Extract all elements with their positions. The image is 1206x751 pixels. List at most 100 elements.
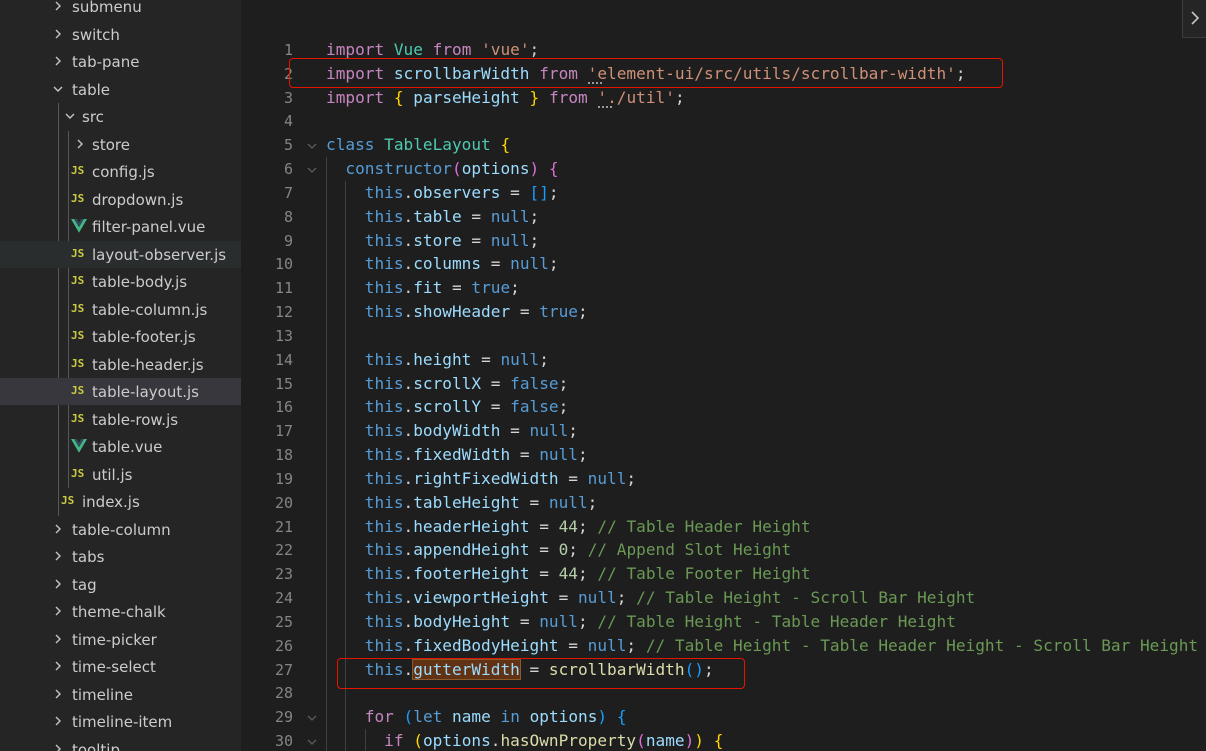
- chevron-right-icon: [53, 524, 63, 534]
- code-text: this.fit = true;: [364, 278, 520, 298]
- tree-item-label: submenu: [72, 0, 142, 16]
- js-file-icon: JS: [71, 164, 85, 177]
- tree-item-label: index.js: [82, 493, 140, 511]
- code-line[interactable]: 4: [241, 109, 1206, 133]
- tree-item-label: table-row.js: [92, 410, 179, 429]
- code-text: this.columns = null;: [364, 254, 559, 274]
- js-file-icon: JS: [71, 466, 85, 480]
- code-line[interactable]: 23 this.footerHeight = 44; // Table Foot…: [241, 562, 1206, 586]
- code-line[interactable]: 22 this.appendHeight = 0; // Append Slot…: [241, 538, 1206, 562]
- tree-folder-submenu[interactable]: submenu: [0, 0, 241, 20]
- code-line[interactable]: 15 this.scrollX = false;: [241, 372, 1206, 396]
- tree-file-table-layout-js[interactable]: JS table-layout.js: [0, 378, 241, 405]
- tree-file-filter-panel-vue[interactable]: filter-panel.vue: [0, 213, 241, 240]
- tree-file-table-row-js[interactable]: JS table-row.js: [0, 406, 241, 433]
- tree-folder-timeline[interactable]: timeline: [0, 681, 241, 708]
- js-file-icon: JS: [71, 356, 85, 370]
- tree-item-label: tab-pane: [72, 53, 140, 71]
- tree-folder-tabs[interactable]: tabs: [0, 543, 241, 570]
- chevron-down-icon: [65, 111, 75, 121]
- code-line[interactable]: 5 class TableLayout {: [241, 133, 1206, 157]
- line-number: 24: [274, 589, 293, 608]
- line-number: 26: [274, 636, 293, 655]
- tree-item-label: table-body.js: [92, 273, 188, 291]
- code-line[interactable]: 11 this.fit = true;: [241, 276, 1206, 300]
- tree-file-dropdown-js[interactable]: JS dropdown.js: [0, 186, 241, 213]
- tree-folder-theme-chalk[interactable]: theme-chalk: [0, 598, 241, 625]
- code-line[interactable]: 20 this.tableHeight = null;: [241, 491, 1206, 515]
- code-line[interactable]: 29 for (let name in options) {: [241, 705, 1206, 729]
- tree-file-table-footer-js[interactable]: JS table-footer.js: [0, 323, 241, 350]
- code-line[interactable]: 26 this.fixedBodyHeight = null; // Table…: [241, 634, 1206, 658]
- code-line[interactable]: 7 this.observers = [];: [241, 181, 1206, 205]
- tree-item-label: config.js: [92, 163, 155, 181]
- code-line[interactable]: 12 this.showHeader = true;: [241, 300, 1206, 324]
- expand-panel-button[interactable]: [1182, 0, 1206, 38]
- tree-folder-time-picker[interactable]: time-picker: [0, 626, 241, 653]
- code-line[interactable]: 25 this.bodyHeight = null; // Table Heig…: [241, 610, 1206, 634]
- fold-chevron-icon[interactable]: [307, 713, 317, 723]
- annotation-box-import: [289, 58, 1003, 88]
- line-number: 1: [283, 41, 293, 59]
- code-line[interactable]: 30 if (options.hasOwnProperty(name)) {: [241, 729, 1206, 751]
- code-line[interactable]: 19 this.rightFixedWidth = null;: [241, 467, 1206, 491]
- code-line[interactable]: 24 this.viewportHeight = null; // Table …: [241, 586, 1206, 610]
- tree-folder-tag[interactable]: tag: [0, 571, 241, 598]
- tree-file-table-header-js[interactable]: JS table-header.js: [0, 351, 241, 378]
- tree-folder-store[interactable]: store: [0, 131, 241, 158]
- tree-folder-table-column[interactable]: table-column: [0, 516, 241, 543]
- code-text: this.rightFixedWidth = null;: [364, 468, 637, 488]
- code-text: this.bodyWidth = null;: [364, 421, 578, 441]
- code-line[interactable]: 21 this.headerHeight = 44; // Table Head…: [241, 515, 1206, 539]
- code-text: this.appendHeight = 0; // Append Slot He…: [364, 540, 792, 560]
- code-line[interactable]: 3 import { parseHeight } from './util';: [241, 86, 1206, 110]
- code-line[interactable]: 16 this.scrollY = false;: [241, 395, 1206, 419]
- chevron-down-icon: [53, 84, 63, 94]
- code-line[interactable]: 18 this.fixedWidth = null;: [241, 443, 1206, 467]
- chevron-right-icon: [53, 56, 63, 66]
- line-number: 16: [274, 398, 293, 417]
- tree-folder-table[interactable]: table: [0, 76, 241, 103]
- code-line[interactable]: 14 this.height = null;: [241, 348, 1206, 372]
- code-line[interactable]: 8 this.table = null;: [241, 205, 1206, 229]
- fold-chevron-icon[interactable]: [307, 141, 317, 151]
- code-text: constructor(options) {: [345, 159, 559, 179]
- tree-folder-switch[interactable]: switch: [0, 21, 241, 48]
- code-line[interactable]: 13: [241, 324, 1206, 348]
- tree-item-label: layout-observer.js: [92, 245, 227, 264]
- chevron-right-icon: [53, 551, 63, 561]
- fold-chevron-icon[interactable]: [307, 737, 317, 747]
- tree-file-index-js[interactable]: JS index.js: [0, 488, 241, 515]
- tree-file-table-column-js[interactable]: JS table-column.js: [0, 296, 241, 323]
- line-number: 14: [274, 350, 293, 369]
- vue-file-icon: [71, 218, 89, 234]
- line-number: 20: [274, 493, 293, 512]
- tree-folder-timeline-item[interactable]: timeline-item: [0, 708, 241, 735]
- tree-item-label: table.vue: [92, 438, 163, 456]
- tree-file-layout-observer-js[interactable]: JS layout-observer.js: [0, 240, 241, 268]
- code-line[interactable]: 17 this.bodyWidth = null;: [241, 419, 1206, 443]
- code-text: this.headerHeight = 44; // Table Header …: [364, 516, 811, 536]
- line-number: 11: [274, 279, 293, 298]
- tree-item-label: time-select: [72, 658, 156, 676]
- code-text: this.table = null;: [364, 206, 540, 226]
- tree-file-util-js[interactable]: JS util.js: [0, 461, 241, 488]
- line-number: 25: [274, 612, 293, 631]
- tree-folder-src[interactable]: src: [0, 103, 241, 130]
- chevron-right-icon: [53, 606, 63, 616]
- code-line[interactable]: 10 this.columns = null;: [241, 252, 1206, 276]
- tree-file-config-js[interactable]: JS config.js: [0, 158, 241, 185]
- tree-folder-time-select[interactable]: time-select: [0, 653, 241, 680]
- code-editor[interactable]: 1 import Vue from 'vue'; 2 import scrollbar…: [241, 0, 1206, 751]
- code-line[interactable]: 9 this.store = null;: [241, 229, 1206, 253]
- tree-file-table-vue[interactable]: table.vue: [0, 433, 241, 460]
- chevron-right-icon: [1191, 11, 1200, 25]
- tree-folder-tooltip[interactable]: tooltip: [0, 736, 241, 751]
- code-line[interactable]: 6 constructor(options) {: [241, 157, 1206, 181]
- fold-chevron-icon[interactable]: [307, 165, 317, 175]
- tree-folder-tab-pane[interactable]: tab-pane: [0, 48, 241, 75]
- chevron-right-icon: [53, 579, 63, 589]
- tree-item-label: switch: [72, 25, 120, 44]
- tree-file-table-body-js[interactable]: JS table-body.js: [0, 268, 241, 295]
